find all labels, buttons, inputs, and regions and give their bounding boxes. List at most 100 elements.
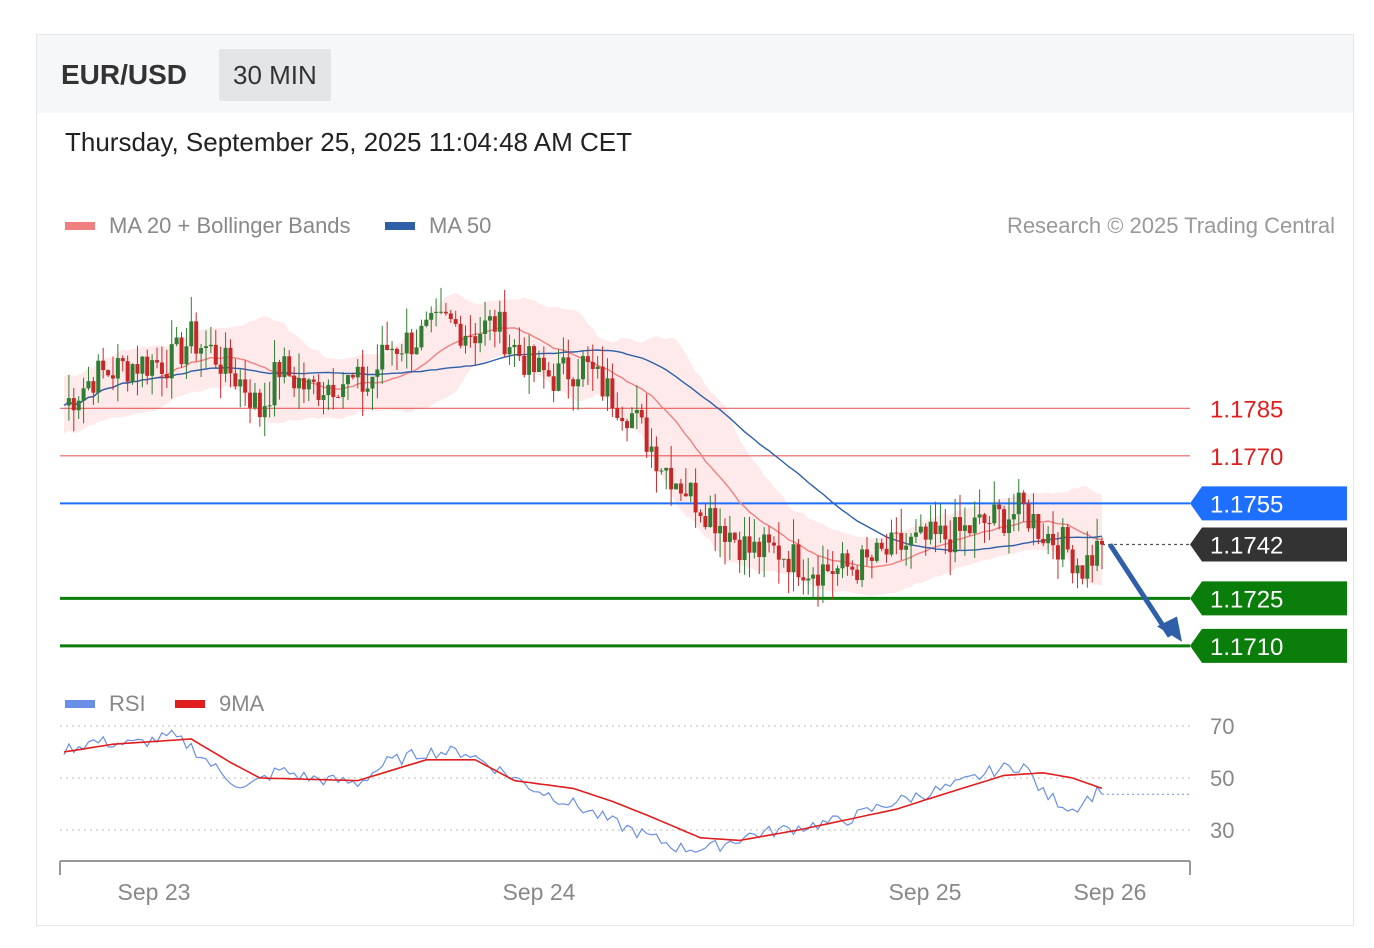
candle-body xyxy=(238,379,243,387)
candle-body xyxy=(664,467,669,471)
rsi-tick-30: 30 xyxy=(1210,818,1234,843)
candle-body xyxy=(644,417,649,452)
candle-body xyxy=(478,334,483,344)
candle-body xyxy=(874,542,879,561)
candle-body xyxy=(228,347,233,374)
candle-body xyxy=(722,526,727,542)
candle-body xyxy=(135,364,140,374)
candle-body xyxy=(894,532,899,534)
candle-body xyxy=(747,536,752,553)
candle-body xyxy=(913,532,918,537)
candle-body xyxy=(825,564,830,572)
candle-body xyxy=(610,378,615,409)
candle-body xyxy=(855,569,860,581)
candle-body xyxy=(145,356,150,376)
candle-body xyxy=(1016,492,1021,515)
x-axis: Sep 23 Sep 24 Sep 25 Sep 26 xyxy=(59,860,1191,905)
candle-body xyxy=(223,347,228,374)
candle-body xyxy=(811,574,816,579)
candle-body xyxy=(164,373,169,379)
candle-body xyxy=(203,346,208,349)
candle-body xyxy=(448,313,453,320)
ma9-line xyxy=(63,738,1103,842)
candle-body xyxy=(732,532,737,540)
candle-body xyxy=(718,526,723,534)
candle-body xyxy=(443,311,448,314)
candle-body xyxy=(184,346,189,365)
candle-body xyxy=(762,534,767,557)
candle-body xyxy=(1095,540,1100,566)
candle-body xyxy=(556,363,561,391)
candle-body xyxy=(517,344,522,356)
candle-body xyxy=(595,366,600,369)
rsi-panel: 70 50 30 xyxy=(60,714,1234,853)
candle-body xyxy=(91,381,96,393)
candle-body xyxy=(928,521,933,540)
candle-body xyxy=(659,470,664,472)
candle-body xyxy=(71,398,76,411)
candle-body xyxy=(140,356,145,374)
candle-body xyxy=(801,577,806,581)
candle-body xyxy=(904,545,909,550)
candle-body xyxy=(879,542,884,549)
candle-body xyxy=(551,376,556,391)
candle-body xyxy=(492,316,497,332)
candle-body xyxy=(297,378,302,389)
candle-body xyxy=(629,413,634,429)
candle-body xyxy=(483,320,488,335)
candle-body xyxy=(806,578,811,581)
candle-body xyxy=(208,344,213,347)
candle-body xyxy=(101,360,106,371)
candle-body xyxy=(884,548,889,555)
candle-body xyxy=(507,347,512,355)
level-label-1.1710: 1.1710 xyxy=(1210,634,1283,661)
candle-body xyxy=(350,375,355,378)
candle-body xyxy=(943,525,948,540)
candle-body xyxy=(972,517,977,534)
level-labels: 1.1785 1.1770 1.1755 1.1742 1.1725 1.1710 xyxy=(1190,396,1347,663)
candle-body xyxy=(282,356,287,378)
candle-body xyxy=(1080,565,1085,579)
candle-body xyxy=(767,534,772,543)
candle-body xyxy=(1036,514,1041,539)
candle-body xyxy=(326,384,331,396)
candle-body xyxy=(341,384,346,398)
candle-body xyxy=(1051,533,1056,546)
candle-body xyxy=(536,357,541,372)
candle-body xyxy=(654,446,659,472)
candle-body xyxy=(76,400,81,411)
forecast-arrow-shaft xyxy=(1107,543,1173,638)
candle-body xyxy=(311,379,316,382)
candle-body xyxy=(962,525,967,531)
candle-body xyxy=(688,482,693,497)
candle-body xyxy=(771,542,776,546)
candle-body xyxy=(958,517,963,531)
candle-body xyxy=(453,319,458,324)
candle-body xyxy=(199,348,204,354)
candle-body xyxy=(605,378,610,397)
candle-body xyxy=(546,370,551,377)
candle-body xyxy=(473,336,478,344)
chart-canvas: 1.1785 1.1770 1.1755 1.1742 1.1725 1.1710 70 5… xyxy=(59,287,1347,905)
candle-body xyxy=(576,379,581,387)
candle-body xyxy=(380,344,385,370)
candle-body xyxy=(463,335,468,346)
candle-body xyxy=(987,523,992,525)
candle-body xyxy=(933,521,938,535)
candle-body xyxy=(527,346,532,375)
candle-body xyxy=(115,358,120,379)
candle-body xyxy=(81,388,86,401)
x-tick-sep-24: Sep 24 xyxy=(503,879,576,905)
x-tick-sep-26: Sep 26 xyxy=(1074,879,1147,905)
level-label-1.1725: 1.1725 xyxy=(1210,586,1283,613)
candle-body xyxy=(120,358,125,362)
candle-body xyxy=(267,405,272,407)
forecast-arrow xyxy=(1107,543,1182,642)
candle-body xyxy=(1031,514,1036,529)
candle-body xyxy=(1085,555,1090,579)
candle-body xyxy=(1075,565,1080,574)
candle-body xyxy=(864,549,869,558)
candle-body xyxy=(781,558,786,560)
candle-body xyxy=(169,344,174,379)
candle-body xyxy=(86,381,91,389)
